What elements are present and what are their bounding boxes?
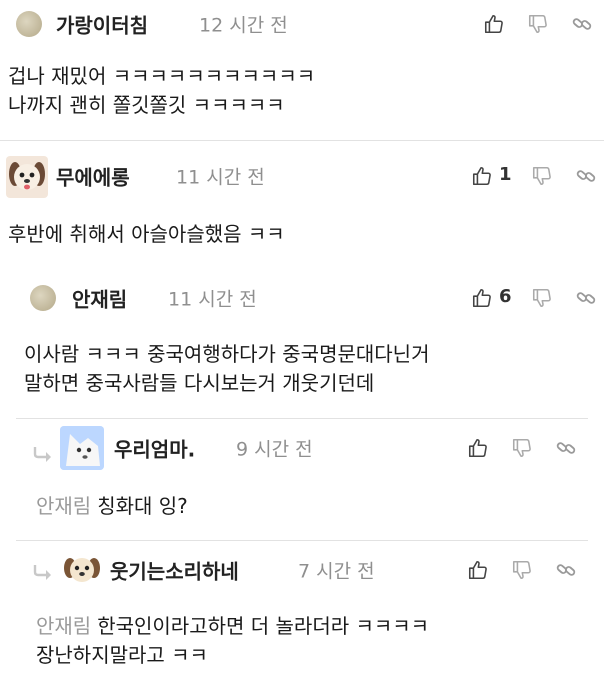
mention-tag[interactable]: 안재림 [36,494,91,518]
author-name[interactable]: 우리엄마. [114,434,195,463]
thumbs-down-icon[interactable] [524,10,552,38]
avatar[interactable] [60,426,104,470]
dog-avatar-icon [64,558,100,582]
comment-item: 웃기는소리하네 7 시간 전 안재림 한국인이라고하면 더 놀라더라 ㅋㅋㅋㅋ 장… [30,546,604,690]
comment-header: 웃기는소리하네 7 시간 전 [30,550,604,590]
comment-line: 장난하지말라고 ㅋㅋ [36,643,208,667]
comment-line: 후반에 취해서 아슬아슬했음 ㅋㅋ [8,222,285,246]
comment-line: 나까지 괜히 쫄깃쫄깃 ㅋㅋㅋㅋㅋ [8,93,285,117]
thumbs-down-icon[interactable] [508,434,536,462]
comment-item: 무에에롱 11 시간 전 1 후반에 취해서 아슬아슬했음 ㅋㅋ [0,148,604,268]
timestamp: 7 시간 전 [298,560,375,583]
avatar[interactable] [6,156,48,198]
thumbs-down-icon[interactable] [528,162,556,190]
comment-actions [464,434,588,462]
comment-line: 안재림 칭화대 잉? [36,494,188,518]
link-icon[interactable] [572,162,600,190]
comment-actions [480,10,604,38]
link-icon[interactable] [552,556,580,584]
link-icon[interactable] [572,284,600,312]
thumbs-up-icon[interactable] [480,10,508,38]
dog-avatar-icon [9,162,45,190]
thumbs-up-icon[interactable] [464,556,492,584]
comment-line: 안재림 한국인이라고하면 더 놀라더라 ㅋㅋㅋㅋ [36,614,430,638]
author-name[interactable]: 무에에롱 [56,162,130,191]
author-name[interactable]: 가랑이터침 [56,10,148,39]
comment-text: 안재림 한국인이라고하면 더 놀라더라 ㅋㅋㅋㅋ 장난하지말라고 ㅋㅋ [36,612,429,670]
comment-actions [464,556,588,584]
thumbs-up-icon[interactable] [468,162,496,190]
timestamp: 12 시간 전 [199,14,288,37]
comment-line: 말하면 중국사람들 다시보는거 개웃기던데 [24,371,375,395]
link-icon[interactable] [552,434,580,462]
avatar[interactable] [16,11,42,37]
thumbs-down-icon[interactable] [508,556,536,584]
comment-actions: 1 [468,162,604,190]
comment-text: 겁나 재밌어 ㅋㅋㅋㅋㅋㅋㅋㅋㅋㅋㅋ 나까지 괜히 쫄깃쫄깃 ㅋㅋㅋㅋㅋ [8,62,315,120]
thumbs-down-icon[interactable] [528,284,556,312]
like-count: 6 [499,286,512,307]
link-icon[interactable] [568,10,596,38]
comment-header: 안재림 11 시간 전 6 [16,278,604,318]
comment-actions: 6 [468,284,604,312]
comment-item: 우리엄마. 9 시간 전 안재림 칭화대 잉? [30,424,604,536]
avatar[interactable] [30,285,56,311]
comment-text: 후반에 취해서 아슬아슬했음 ㅋㅋ [8,220,285,249]
comment-item: 안재림 11 시간 전 6 이사람 ㅋㅋㅋ 중국여행하다가 중국명문대다닌거 말… [16,272,604,412]
comment-line: 이사람 ㅋㅋㅋ 중국여행하다가 중국명문대다닌거 [24,342,430,366]
like-count: 1 [499,164,512,185]
mention-tag[interactable]: 안재림 [36,614,91,638]
divider [16,418,588,419]
comment-header: 무에에롱 11 시간 전 1 [0,156,604,198]
author-name[interactable]: 웃기는소리하네 [110,556,239,585]
timestamp: 11 시간 전 [176,166,265,189]
white-dog-avatar-icon [60,426,104,470]
divider [16,540,588,541]
comment-line: 겁나 재밌어 ㅋㅋㅋㅋㅋㅋㅋㅋㅋㅋㅋ [8,64,316,88]
timestamp: 9 시간 전 [236,438,313,461]
divider [0,140,604,141]
comment-text: 이사람 ㅋㅋㅋ 중국여행하다가 중국명문대다닌거 말하면 중국사람들 다시보는거… [24,340,429,398]
author-name[interactable]: 안재림 [72,284,127,313]
comment-header: 가랑이터침 12 시간 전 [0,4,604,44]
comment-item: 가랑이터침 12 시간 전 겁나 재밌어 ㅋㅋㅋㅋㅋㅋㅋㅋㅋㅋㅋ 나까지 괜히 … [0,0,604,140]
comment-header: 우리엄마. 9 시간 전 [30,426,604,470]
thumbs-up-icon[interactable] [464,434,492,462]
comment-text: 안재림 칭화대 잉? [36,492,188,521]
timestamp: 11 시간 전 [168,288,257,311]
thumbs-up-icon[interactable] [468,284,496,312]
avatar[interactable] [62,552,102,588]
